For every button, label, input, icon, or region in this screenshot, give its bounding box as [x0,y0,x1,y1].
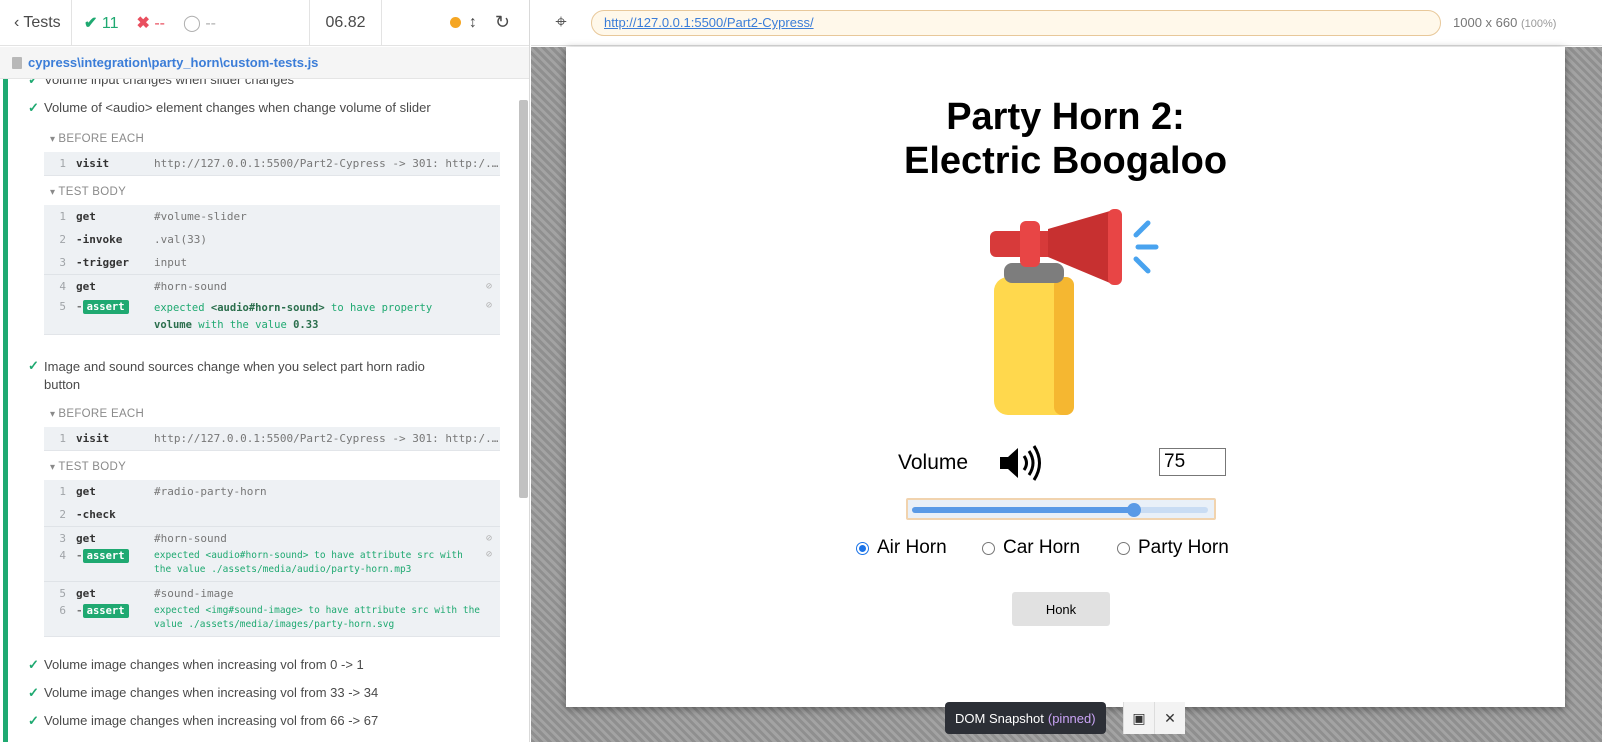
hook-test-body[interactable]: TEST BODY [50,461,126,473]
radio-party-horn-circle[interactable] [1117,541,1130,555]
radio-air-horn[interactable]: Air Horn [856,537,947,559]
failed-count: ✖ -- [136,14,165,32]
spec-path-link[interactable]: cypress\integration\party_horn\custom-te… [28,55,318,70]
viewport-info: 1000 x 660 (100%) [1453,15,1556,30]
command-list: 1 get #volume-slider 2 -invoke .val(33) … [44,205,500,335]
test-counts: ✔ 11 ✖ -- ◯ -- [72,0,310,46]
check-icon: ✓ [28,657,39,672]
test-item[interactable]: ✓ Volume of <audio> element changes when… [28,100,431,116]
assert-message: expected <audio#horn-sound> to have prop… [154,302,433,331]
snapshot-buttons: ▣ ✕ [1123,702,1185,734]
slider-fill [912,507,1134,513]
x-icon: ✖ [136,14,150,32]
assert-message: expected <img#sound-image> to have attri… [154,605,481,630]
test-item[interactable]: ✓ Volume image changes when increasing v… [28,685,378,701]
radio-car-horn[interactable]: Car Horn [982,537,1080,559]
air-horn-image [990,209,1159,415]
back-to-tests-button[interactable]: ‹ Tests [0,0,72,46]
chevron-left-icon: ‹ [14,13,20,31]
test-item[interactable]: ✓ Volume input changes when slider chang… [28,79,294,88]
slider-thumb[interactable] [1127,503,1141,517]
viewport-size: 1000 x 660 [1453,15,1518,30]
check-icon: ✓ [28,685,39,700]
highlight-toggle-icon[interactable]: ▣ [1123,702,1154,734]
tests-label: Tests [23,13,61,31]
command-row[interactable]: 6 - assert expected <img#sound-image> to … [44,604,500,636]
auto-scroll-icon[interactable]: ↕ [469,14,477,32]
volume-slider[interactable] [906,498,1216,520]
aut-url[interactable]: http://127.0.0.1:5500/Part2-Cypress/ [591,9,1441,36]
assert-badge: assert [82,549,129,563]
assert-badge: assert [82,604,129,618]
aut-iframe: Party Horn 2: Electric Boogaloo Volume 7… [566,47,1565,707]
radio-air-horn-circle[interactable] [856,541,869,555]
file-icon [12,56,22,69]
check-icon: ✓ [28,79,39,87]
eye-slash-icon[interactable]: ⊘ [486,300,492,311]
aut-header: ⌖ http://127.0.0.1:5500/Part2-Cypress/ 1… [531,0,1602,46]
reporter-panel: ‹ Tests ✔ 11 ✖ -- ◯ -- 06.82 ↕ ↻ cypress [0,0,530,742]
check-icon: ✓ [28,100,39,115]
hook-before-each[interactable]: BEFORE EACH [50,408,144,420]
hook-before-each[interactable]: BEFORE EACH [50,133,144,145]
command-row[interactable]: 4 get #horn-sound ⊘ [44,274,500,297]
page-title: Party Horn 2: Electric Boogaloo [903,96,1228,182]
eye-slash-icon[interactable]: ⊘ [486,533,492,544]
eye-slash-icon[interactable]: ⊘ [486,549,492,560]
run-controls: ↕ ↻ [382,0,529,46]
honk-button[interactable]: Honk [1012,592,1110,626]
pending-count: ◯ -- [182,14,216,32]
command-row[interactable]: 1 visit http://127.0.0.1:5500/Part2-Cypr… [44,152,500,175]
restart-icon[interactable]: ↻ [495,12,510,33]
assert-badge: assert [82,300,129,314]
circle-icon: ◯ [182,14,201,32]
command-row[interactable]: 5 get #sound-image [44,581,500,604]
command-list: 1 visit http://127.0.0.1:5500/Part2-Cypr… [44,427,500,451]
status-dot-icon [449,17,461,28]
runnables-list: ✓ Volume input changes when slider chang… [0,79,517,742]
command-list: 1 visit http://127.0.0.1:5500/Part2-Cypr… [44,152,500,176]
command-row[interactable]: 1 get #volume-slider [44,205,500,228]
volume-number-input[interactable] [1159,448,1226,476]
volume-high-icon [1000,445,1041,481]
radio-party-horn[interactable]: Party Horn [1117,537,1229,559]
command-row[interactable]: 1 visit http://127.0.0.1:5500/Part2-Cypr… [44,427,500,450]
volume-label: Volume [898,451,969,474]
volume-controls: Volume [566,443,1565,483]
selector-playground-icon[interactable]: ⌖ [531,0,591,46]
command-row[interactable]: 3 -trigger input [44,251,500,274]
dom-snapshot-indicator: DOM Snapshot (pinned) [945,702,1106,734]
check-icon: ✔ [84,14,98,32]
command-row[interactable]: 2 -invoke .val(33) [44,228,500,251]
eye-slash-icon[interactable]: ⊘ [486,281,492,292]
assert-message: expected <audio#horn-sound> to have attr… [154,550,463,575]
viewport-zoom: (100%) [1520,18,1557,30]
passed-count: ✔ 11 [84,14,119,32]
spec-path-bar: cypress\integration\party_horn\custom-te… [0,47,529,79]
duration: 06.82 [310,0,382,46]
close-icon[interactable]: ✕ [1154,702,1185,734]
radio-car-horn-circle[interactable] [982,541,995,555]
command-row[interactable]: 4 - assert expected <audio#horn-sound> to… [44,549,500,581]
command-row[interactable]: 2 -check [44,503,500,526]
hook-test-body[interactable]: TEST BODY [50,186,126,198]
check-icon: ✓ [28,358,39,373]
test-item[interactable]: ✓ Volume image changes when increasing v… [28,713,378,729]
reporter-scrollbar[interactable] [519,100,528,498]
slider-track [912,503,1208,517]
command-row[interactable]: 5 - assert expected <audio#horn-sound> to… [44,297,500,333]
command-row[interactable]: 3 get #horn-sound ⊘ [44,526,500,549]
check-icon: ✓ [28,713,39,728]
command-row[interactable]: 1 get #radio-party-horn [44,480,500,503]
stats-bar: ‹ Tests ✔ 11 ✖ -- ◯ -- 06.82 ↕ ↻ [0,0,529,46]
horn-radio-group: Air Horn Car Horn Party Horn [566,537,1565,563]
test-item[interactable]: ✓ Image and sound sources change when yo… [28,358,425,394]
test-item[interactable]: ✓ Volume image changes when increasing v… [28,657,364,673]
command-list: 1 get #radio-party-horn 2 -check 3 get #… [44,480,500,637]
